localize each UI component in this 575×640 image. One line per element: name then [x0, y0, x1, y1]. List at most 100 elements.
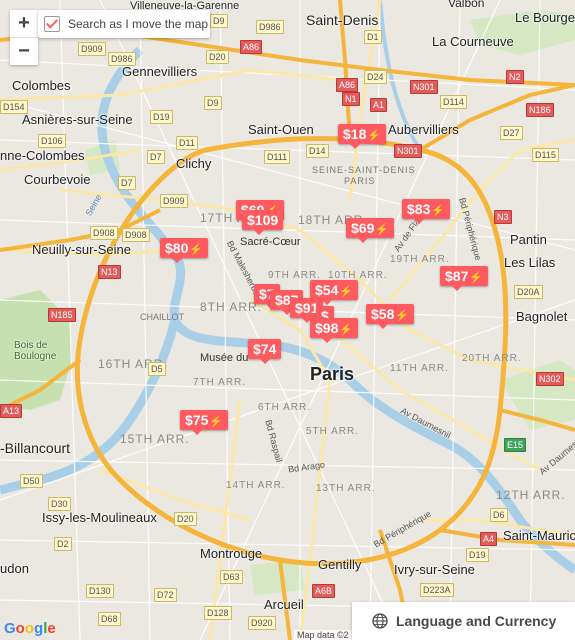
- district-label-chaillot: CHAILLOT: [140, 312, 185, 322]
- city-label-saint-denis: Saint-Denis: [306, 12, 379, 28]
- price-label: $18: [343, 126, 367, 142]
- park-label-bois-de-boulogne: Bois de Boulogne: [14, 340, 57, 362]
- road-shield: D908: [122, 228, 150, 242]
- listing-price-marker[interactable]: $18⚡: [338, 124, 387, 149]
- road-shield: D20A: [514, 285, 543, 299]
- arrondissement-12: 12TH ARR.: [496, 488, 566, 502]
- search-as-move-toggle[interactable]: Search as I move the map: [38, 10, 210, 38]
- language-currency-button[interactable]: Language and Currency: [352, 602, 575, 640]
- lightning-bolt-icon: ⚡: [375, 224, 390, 236]
- arrondissement-7: 7TH ARR.: [193, 377, 247, 388]
- lightning-bolt-icon: ⚡: [209, 416, 224, 428]
- road-shield: N186: [526, 103, 554, 117]
- road-shield: N1: [342, 92, 360, 106]
- city-label-bagnolet: Bagnolet: [516, 309, 568, 324]
- road-shield: D50: [20, 474, 43, 488]
- road-shield: D24: [364, 70, 387, 84]
- map-data-attribution[interactable]: Map data ©2: [294, 630, 352, 640]
- price-label: $74: [253, 341, 277, 357]
- price-label: $98: [315, 320, 339, 336]
- city-label-la-garenne: nne-Colombes: [0, 148, 85, 163]
- road-shield: D986: [108, 52, 136, 66]
- price-label: $75: [185, 412, 209, 428]
- lightning-bolt-icon: ⚡: [395, 310, 410, 322]
- lightning-bolt-icon: ⚡: [431, 205, 446, 217]
- road-shield: D72: [154, 588, 177, 602]
- city-label-aubervilliers: Aubervilliers: [388, 122, 459, 137]
- road-shield: E15: [504, 438, 527, 452]
- checkbox-checked-icon[interactable]: [44, 16, 60, 32]
- zoom-out-button[interactable]: −: [10, 38, 38, 65]
- city-label-montrouge: Montrouge: [200, 546, 263, 561]
- listing-price-marker[interactable]: $109: [242, 210, 284, 235]
- city-label-udon: udon: [0, 561, 29, 576]
- globe-icon: [372, 613, 388, 629]
- road-shield: D7: [118, 176, 136, 190]
- road-shield: D63: [220, 570, 243, 584]
- price-label: $58: [371, 306, 395, 322]
- listing-price-marker[interactable]: $98⚡: [310, 318, 359, 343]
- road-shield: D30: [48, 497, 71, 511]
- lightning-bolt-icon: ⚡: [469, 272, 484, 284]
- city-label-gennevilliers: Gennevilliers: [122, 64, 198, 79]
- listing-price-marker[interactable]: $58⚡: [366, 304, 415, 329]
- arrondissement-8: 8TH ARR.: [200, 300, 263, 314]
- city-label-saint-maurice: Saint-Mauric: [503, 528, 575, 543]
- road-shield: D106: [38, 134, 66, 148]
- price-label: $91: [295, 300, 319, 316]
- road-shield: D130: [86, 584, 114, 598]
- road-shield: N2: [506, 70, 524, 84]
- road-shield: D1: [364, 30, 382, 44]
- road-shield: N13: [98, 265, 121, 279]
- listing-price-marker[interactable]: $75⚡: [180, 410, 229, 435]
- price-label: $109: [247, 212, 279, 228]
- price-label: $87: [445, 268, 469, 284]
- road-shield: D920: [248, 616, 276, 630]
- dept-label-ssd: SEINE-SAINT-DENIS: [312, 165, 416, 175]
- price-label: $83: [407, 201, 431, 217]
- listing-price-marker[interactable]: $69⚡: [346, 218, 395, 243]
- zoom-in-button[interactable]: +: [10, 10, 38, 38]
- city-label-saint-ouen: Saint-Ouen: [248, 122, 314, 137]
- listing-price-marker[interactable]: $83⚡: [402, 199, 451, 224]
- road-shield: N302: [536, 372, 564, 386]
- road-shield: D5: [148, 362, 166, 376]
- dept-label-paris: PARIS: [344, 176, 376, 186]
- city-label-la-courneuve: La Courneuve: [432, 34, 514, 49]
- road-shield: D6: [490, 508, 508, 522]
- city-label-issy: Issy-les-Moulineaux: [42, 510, 157, 525]
- arrondissement-19: 19TH ARR.: [390, 254, 450, 265]
- road-shield: D128: [204, 606, 232, 620]
- listing-price-marker[interactable]: $54⚡: [310, 280, 359, 305]
- arrondissement-5: 5TH ARR.: [306, 426, 360, 437]
- road-shield: D7: [147, 150, 165, 164]
- city-label-asnieres: Asnières-sur-Seine: [22, 112, 133, 127]
- arrondissement-6: 6TH ARR.: [258, 402, 312, 413]
- arrondissement-14: 14TH ARR.: [226, 480, 286, 491]
- listing-price-marker[interactable]: $74: [248, 339, 282, 364]
- road-shield: D223A: [420, 583, 454, 597]
- road-shield: D115: [532, 148, 559, 162]
- lightning-bolt-icon: ⚡: [189, 244, 204, 256]
- road-shield: A6B: [312, 584, 336, 598]
- city-label-le-bourget: Le Bourget: [515, 10, 575, 25]
- road-shield: D908: [90, 226, 118, 240]
- road-shield: D19: [150, 110, 173, 124]
- city-label-valbon: Valbon: [448, 0, 485, 10]
- city-label-neuilly: Neuilly-sur-Seine: [32, 242, 131, 257]
- road-shield: D909: [78, 42, 106, 56]
- road-shield: D986: [256, 20, 284, 34]
- road-shield: D20: [174, 512, 197, 526]
- road-shield: D154: [0, 100, 28, 114]
- road-shield: A86: [336, 78, 359, 92]
- price-label: $80: [165, 240, 189, 256]
- listing-price-marker[interactable]: $80⚡: [160, 238, 209, 263]
- city-label-ivry: Ivry-sur-Seine: [394, 562, 475, 577]
- listing-price-marker[interactable]: $87⚡: [440, 266, 489, 291]
- lightning-bolt-icon: ⚡: [339, 324, 354, 336]
- city-label-pantin: Pantin: [510, 232, 547, 247]
- road-shield: N301: [410, 80, 438, 94]
- city-label-gentilly: Gentilly: [318, 557, 362, 572]
- city-label-colombes: Colombes: [12, 78, 71, 93]
- road-shield: D2: [54, 537, 72, 551]
